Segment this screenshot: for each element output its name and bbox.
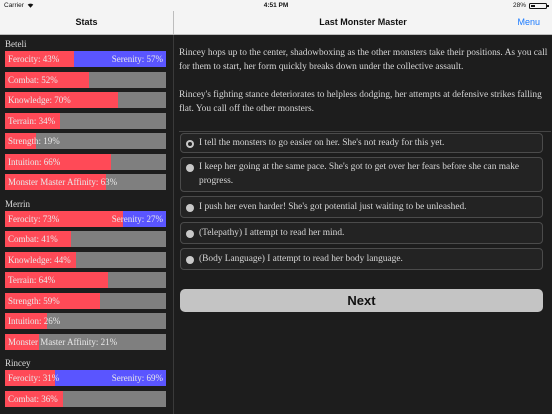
choice-option[interactable]: (Telepathy) I attempt to read her mind. xyxy=(180,222,543,244)
radio-icon[interactable] xyxy=(186,256,194,264)
stat-label: Combat: 52% xyxy=(8,74,58,85)
stat-label: Ferocity: 43% xyxy=(8,54,60,64)
character-name: Rincey xyxy=(5,358,31,368)
next-button[interactable]: Next xyxy=(180,289,543,312)
stats-sidebar[interactable]: Beteli Ferocity: 43% Serenity: 57% Combat: … xyxy=(0,35,174,414)
choice-option[interactable]: I push her even harder! She's got potent… xyxy=(180,196,543,218)
stat-bar: Knowledge: 70% xyxy=(5,92,166,108)
battery-percentage: 28% xyxy=(512,2,526,9)
game-title: Last Monster Master xyxy=(319,17,407,27)
stat-bar: Combat: 36% xyxy=(5,390,166,407)
radio-selected-icon[interactable] xyxy=(186,140,194,148)
story-panel: Rincey hops up to the center, shadowboxi… xyxy=(175,35,552,414)
stat-bar: Knowledge: 44% xyxy=(5,251,166,268)
choice-option[interactable]: I tell the monsters to go easier on her.… xyxy=(180,133,543,153)
story-paragraph: Rincey's fighting stance deteriorates to… xyxy=(179,90,542,114)
choice-text: (Telepathy) I attempt to read her mind. xyxy=(199,228,345,238)
stat-label: Intuition: 26% xyxy=(8,316,61,326)
character-name: Merrin xyxy=(5,198,30,209)
stat-label: Strength: 59% xyxy=(8,295,60,306)
stat-label: Monster Master Affinity: 63% xyxy=(8,177,118,187)
battery-icon xyxy=(529,2,549,9)
stat-bar: Combat: 52% xyxy=(5,71,166,88)
stat-label: Intuition: 66% xyxy=(8,156,61,167)
stat-bar: Combat: 41% xyxy=(5,231,166,247)
radio-icon[interactable] xyxy=(186,204,194,212)
stat-bar: Terrain: 64% xyxy=(5,272,166,288)
story-paragraph: Rincey hops up to the center, shadowboxi… xyxy=(179,48,548,72)
stats-title: Stats xyxy=(75,17,98,27)
stat-label: Combat: 36% xyxy=(8,393,58,404)
stat-label: Knowledge: 44% xyxy=(8,254,71,265)
status-bar: Carrier 4:51 PM 28% xyxy=(0,0,552,11)
choice-text: I keep her going at the same pace. She's… xyxy=(199,162,520,186)
divider xyxy=(179,131,551,132)
stats-nav-bar: Stats xyxy=(0,11,174,35)
radio-icon[interactable] xyxy=(186,164,194,172)
stat-opposed-label: Serenity: 57% xyxy=(111,54,163,64)
stat-bar: Strength: 19% xyxy=(5,133,166,149)
choice-option[interactable]: I keep her going at the same pace. She's… xyxy=(180,157,543,192)
stat-label: Terrain: 34% xyxy=(8,115,56,126)
stat-label: Ferocity: 73% xyxy=(8,213,60,224)
choice-text: (Body Language) I attempt to read her bo… xyxy=(199,254,403,264)
choice-text: I push her even harder! She's got potent… xyxy=(199,202,467,212)
stat-label: Terrain: 64% xyxy=(8,275,56,285)
choice-option[interactable]: (Body Language) I attempt to read her bo… xyxy=(180,248,543,270)
stat-bar: Intuition: 26% xyxy=(5,313,166,329)
menu-button[interactable]: Menu xyxy=(517,17,540,27)
stat-bar: Terrain: 34% xyxy=(5,112,166,129)
stat-label: Monster Master Affinity: 21% xyxy=(8,336,118,347)
choice-text: I tell the monsters to go easier on her.… xyxy=(199,138,445,148)
stat-bar: Monster Master Affinity: 63% xyxy=(5,174,166,190)
stat-bar: Ferocity: 73% Serenity: 27% xyxy=(5,210,166,227)
stat-bar: Monster Master Affinity: 21% xyxy=(5,333,166,350)
stat-bar: Strength: 59% xyxy=(5,292,166,309)
stat-label: Knowledge: 70% xyxy=(8,95,71,105)
stat-label: Combat: 41% xyxy=(8,234,58,244)
character-name: Beteli xyxy=(5,39,27,49)
radio-icon[interactable] xyxy=(186,230,194,238)
stat-bar: Ferocity: 31% Serenity: 69% xyxy=(5,370,166,386)
stat-opposed-label: Serenity: 27% xyxy=(111,213,163,224)
stat-label: Strength: 19% xyxy=(8,136,60,146)
stat-opposed-label: Serenity: 69% xyxy=(111,373,163,383)
stat-bar: Intuition: 66% xyxy=(5,153,166,170)
clock: 4:51 PM xyxy=(263,2,289,9)
stat-bar: Ferocity: 43% Serenity: 57% xyxy=(5,51,166,67)
stat-label: Ferocity: 31% xyxy=(8,373,60,383)
story-nav-bar: Last Monster Master Menu xyxy=(174,11,552,35)
